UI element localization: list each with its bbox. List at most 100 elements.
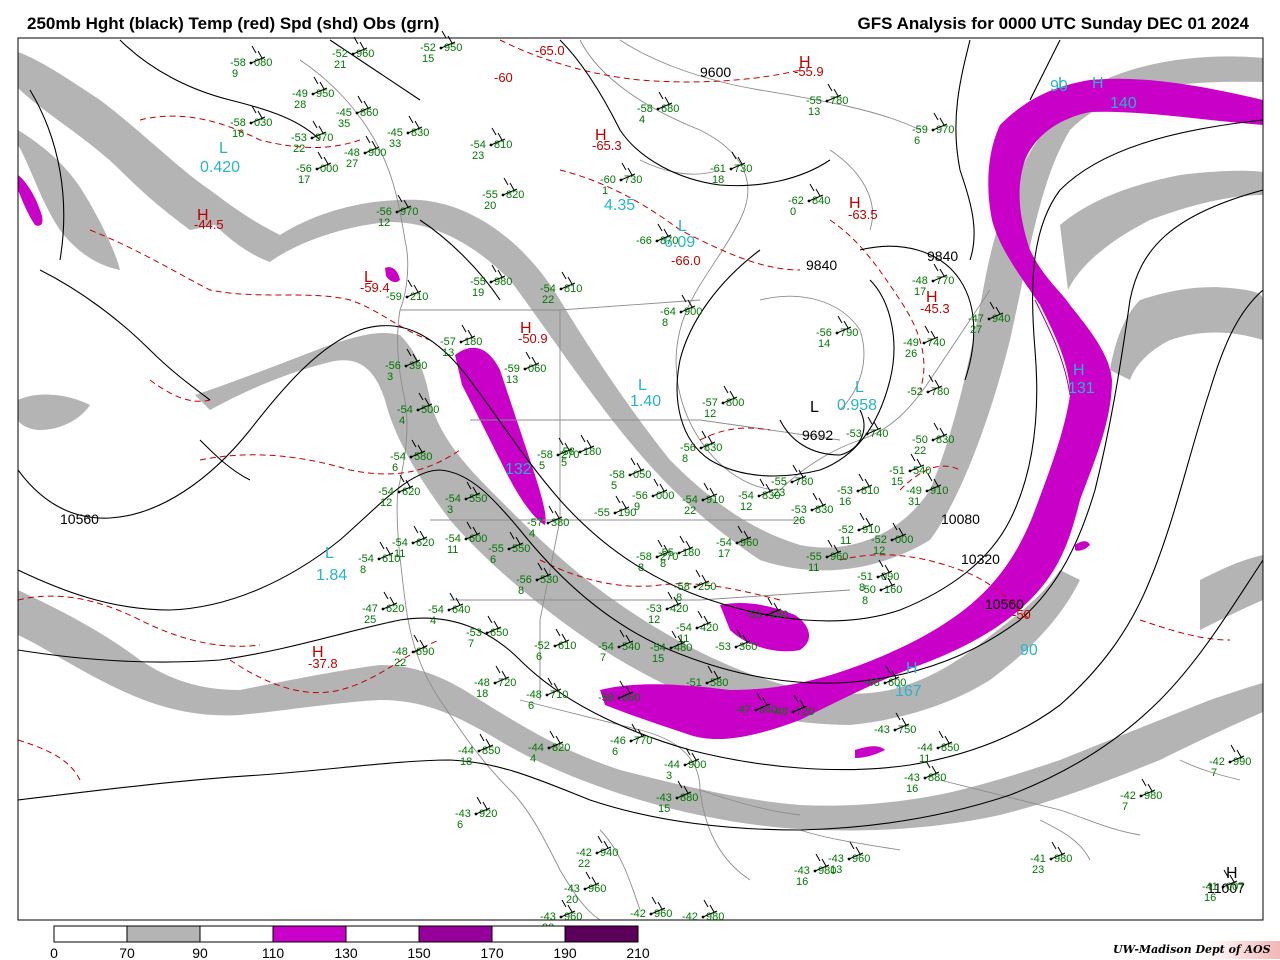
station-height: 790 [840,327,858,339]
speed-max-label: 90 [1020,642,1038,659]
station-height: 880 [680,792,698,804]
station-height: 980 [494,276,512,288]
station-observation: -48 90027 [344,135,386,170]
station-height: 840 [812,195,830,207]
station-temperature: -42 [682,911,698,923]
station-dewpoint-depression: 16 [1204,892,1216,904]
station-height: 960 [356,48,374,60]
station-observation: -51 54015 [889,453,931,488]
station-height: 730 [624,174,642,186]
speed-max-label: 131 [1068,380,1095,397]
station-dewpoint-depression: 12 [648,614,660,626]
station-height: 720 [796,706,814,718]
speed-max-label: 0.420 [200,159,240,176]
speed-max-label: 0.958 [837,397,877,414]
station-height: 060 [528,363,546,375]
station-height: 550 [512,543,530,555]
station-height: 610 [558,640,576,652]
station-dewpoint-depression: 28 [294,99,306,111]
station-height: 910 [706,494,724,506]
station-height: 740 [870,428,888,440]
temperature-value-label: -66.0 [671,253,701,268]
station-height: 880 [928,772,946,784]
station-height: 190 [618,507,636,519]
station-dewpoint-depression: 13 [808,106,820,118]
station-height: 480 [674,642,692,654]
station-height: 000 [320,163,338,175]
station-height: 250 [698,581,716,593]
station-temperature: -51 [686,677,702,689]
height-value-label: 10080 [941,511,980,527]
station-height: 710 [550,689,568,701]
station-dewpoint-depression: 7 [1122,801,1128,813]
station-dewpoint-depression: 17 [298,174,310,186]
station-dewpoint-depression: 6 [392,462,398,474]
station-height: 770 [634,735,652,747]
station-dewpoint-depression: 7 [468,638,474,650]
station-temperature: -47 [735,704,751,716]
station-observation: -42 9807 [1120,778,1162,813]
station-height: 000 [656,490,674,502]
station-observation: -58 0505 [609,457,651,492]
temperature-value-label: -65.0 [535,43,565,58]
station-dewpoint-depression: 8 [660,558,666,570]
station-height: 960 [740,537,758,549]
station-height: 970 [936,124,954,136]
station-dewpoint-depression: 8 [862,595,868,607]
station-height: 610 [382,553,400,565]
station-height: 550 [469,493,487,505]
station-height: 900 [684,306,702,318]
station-observation: -62 8400 [788,183,830,218]
station-dewpoint-depression: 11 [840,535,851,547]
high-center-mark: H [1073,362,1085,379]
station-dewpoint-depression: 11 [808,562,819,574]
station-height: 180 [770,609,788,621]
station-observation: -43 9206 [455,796,497,831]
station-dewpoint-depression: 25 [364,614,376,626]
station-dewpoint-depression: 3 [387,371,393,383]
station-height: 940 [600,847,618,859]
station-height: 680 [661,103,679,115]
station-height: 960 [564,911,582,923]
station-observation: -58 6804 [637,91,679,126]
station-dewpoint-depression: 14 [818,338,830,350]
station-dewpoint-depression: 18 [476,688,488,700]
station-observation: -49 74026 [903,325,945,360]
station-dewpoint-depression: 16 [232,128,244,140]
station-dewpoint-depression: 20 [566,894,578,906]
station-observation: -54 42011 [676,610,718,645]
station-dewpoint-depression: 4 [430,615,436,627]
station-height: 960 [654,908,672,920]
station-height: 160 [884,584,902,596]
station-height: 750 [898,724,916,736]
station-observation: -56 79014 [816,315,858,350]
high-center-mark: H [520,320,532,337]
station-height: 850 [482,745,500,757]
station-temperature: -48 [864,677,880,689]
station-observation: -46 7706 [610,723,652,758]
high-center-mark: H [1092,75,1104,92]
station-dewpoint-depression: 7 [600,652,606,664]
temperature-value-label: -60 [494,70,513,85]
station-height: 830 [815,504,833,516]
station-observation: -54 6404 [428,592,470,627]
station-temperature: -53 [846,428,862,440]
station-observation: -48 69022 [392,634,434,669]
station-dewpoint-depression: 18 [460,756,472,768]
station-height: 640 [452,604,470,616]
station-observation: -55 78013 [806,83,848,118]
station-height: 820 [506,189,524,201]
station-observation: -54 62012 [378,474,420,509]
station-observation: -58 0809 [230,45,272,80]
station-dewpoint-depression: 16 [839,496,851,508]
station-dewpoint-depression: 27 [346,158,358,170]
station-dewpoint-depression: 22 [293,143,305,155]
station-dewpoint-depression: 6 [528,700,534,712]
station-dewpoint-depression: 12 [873,545,885,557]
weather-map[interactable]: 1056096009840984096921008010320105601100… [0,0,1280,960]
station-observation: -59 9706 [912,112,954,147]
station-observation: -43 88016 [904,760,946,795]
station-observation: -55 190 [594,495,636,519]
station-height: 950 [316,88,334,100]
station-dewpoint-depression: 15 [422,53,434,65]
